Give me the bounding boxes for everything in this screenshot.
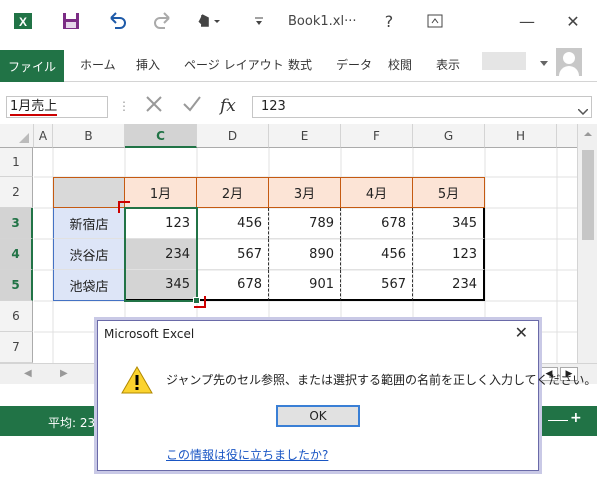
help-button[interactable]: ? bbox=[374, 8, 404, 34]
ribbon-display-options-icon[interactable] bbox=[420, 8, 450, 34]
account-dropdown-icon[interactable] bbox=[540, 56, 548, 70]
store-cell[interactable]: 池袋店 bbox=[53, 270, 125, 301]
zoom-slider[interactable] bbox=[548, 420, 568, 421]
month-header-cell[interactable]: 1月 bbox=[125, 177, 197, 208]
month-header-cell[interactable]: 3月 bbox=[269, 177, 341, 208]
redo-icon[interactable] bbox=[150, 8, 176, 34]
avatar[interactable] bbox=[556, 48, 582, 79]
customize-qat-icon[interactable] bbox=[246, 8, 272, 34]
name-box-value: 1月売上 bbox=[10, 99, 58, 116]
month-header-cell[interactable]: 5月 bbox=[413, 177, 485, 208]
column-header[interactable]: B bbox=[53, 124, 125, 148]
warning-icon bbox=[121, 365, 153, 394]
value-cell[interactable]: 345 bbox=[413, 208, 485, 239]
column-header[interactable]: H bbox=[485, 124, 557, 148]
value-cell[interactable]: 123 bbox=[413, 239, 485, 270]
value-cell[interactable]: 234 bbox=[413, 270, 485, 301]
tab-home[interactable]: ホーム bbox=[80, 56, 116, 73]
tab-file[interactable]: ファイル bbox=[0, 50, 64, 82]
row-header[interactable]: 6 bbox=[0, 301, 33, 332]
column-header[interactable]: D bbox=[197, 124, 269, 148]
store-cell[interactable]: 渋谷店 bbox=[53, 239, 125, 270]
ok-button[interactable]: OK bbox=[276, 405, 360, 427]
svg-text:X: X bbox=[19, 15, 27, 29]
excel-logo-icon: X bbox=[10, 8, 36, 34]
minimize-button[interactable]: — bbox=[512, 8, 542, 34]
expand-formula-icon[interactable] bbox=[577, 104, 589, 118]
save-icon[interactable] bbox=[58, 8, 84, 34]
tab-page-layout[interactable]: ページ レイアウト bbox=[184, 56, 284, 73]
value-cell[interactable]: 567 bbox=[197, 239, 269, 270]
row-header[interactable]: 4 bbox=[0, 239, 33, 270]
help-feedback-link[interactable]: この情報は役に立ちましたか? bbox=[166, 446, 328, 463]
status-average: 平均: 234 bbox=[48, 416, 103, 430]
dialog-message: ジャンプ先のセル参照、または選択する範囲の名前を正しく入力してください。 bbox=[166, 373, 597, 387]
month-header-cell[interactable]: 2月 bbox=[197, 177, 269, 208]
row-header[interactable]: 3 bbox=[0, 208, 33, 239]
name-box[interactable]: 1月売上 bbox=[6, 96, 108, 118]
column-header[interactable]: F bbox=[341, 124, 413, 148]
select-all-corner[interactable] bbox=[0, 124, 34, 148]
formula-input[interactable]: 123 bbox=[252, 96, 592, 118]
error-dialog: Microsoft Excel ✕ ジャンプ先のセル参照、または選択する範囲の名… bbox=[97, 320, 596, 471]
undo-icon[interactable] bbox=[104, 8, 130, 34]
tab-view[interactable]: 表示 bbox=[436, 56, 460, 73]
close-button[interactable]: ✕ bbox=[558, 8, 588, 34]
ribbon: ファイル ホーム 挿入 ページ レイアウト 数式 データ 校閲 表示 bbox=[0, 44, 597, 82]
value-cell[interactable]: 678 bbox=[197, 270, 269, 301]
column-header[interactable]: G bbox=[413, 124, 485, 148]
formula-bar: 1月売上 ⋮ fx 123 bbox=[0, 90, 597, 124]
value-cell[interactable]: 678 bbox=[341, 208, 413, 239]
store-cell[interactable]: 新宿店 bbox=[53, 208, 125, 239]
zoom-in-icon[interactable]: + bbox=[570, 410, 582, 426]
enter-icon[interactable] bbox=[182, 94, 202, 117]
value-cell[interactable]: 456 bbox=[341, 239, 413, 270]
file-title: Book1.xl··· bbox=[288, 14, 357, 29]
row-header[interactable]: 7 bbox=[0, 332, 33, 363]
dialog-close-button[interactable]: ✕ bbox=[515, 323, 528, 342]
column-header[interactable]: C bbox=[125, 124, 197, 148]
tab-review[interactable]: 校閲 bbox=[388, 56, 412, 73]
title-bar: X Book1.xl··· ? — ✕ bbox=[0, 0, 597, 44]
column-header-overflow bbox=[557, 124, 577, 148]
dialog-title: Microsoft Excel bbox=[104, 327, 195, 341]
header-corner-cell[interactable] bbox=[53, 177, 125, 208]
scroll-tabs-right-icon[interactable]: ▶ bbox=[60, 368, 68, 379]
selection-range-border bbox=[124, 207, 198, 302]
tab-data[interactable]: データ bbox=[336, 56, 372, 73]
formula-bar-grip-icon: ⋮ bbox=[118, 99, 130, 113]
tab-formulas[interactable]: 数式 bbox=[288, 56, 312, 73]
range-corner-mark-top-left bbox=[118, 201, 130, 213]
vertical-scrollbar[interactable] bbox=[577, 124, 597, 363]
account-name[interactable] bbox=[482, 52, 526, 70]
value-cell[interactable]: 901 bbox=[269, 270, 341, 301]
value-cell[interactable]: 567 bbox=[341, 270, 413, 301]
insert-function-icon[interactable]: fx bbox=[220, 96, 236, 116]
row-header[interactable]: 2 bbox=[0, 177, 33, 208]
row-header[interactable]: 5 bbox=[0, 270, 33, 301]
touch-mode-icon[interactable] bbox=[196, 8, 222, 34]
scroll-tabs-left-icon[interactable]: ◀ bbox=[24, 368, 32, 379]
range-corner-mark-bottom-right bbox=[194, 296, 206, 308]
vertical-scroll-thumb[interactable] bbox=[582, 150, 594, 240]
value-cell[interactable]: 456 bbox=[197, 208, 269, 239]
column-header[interactable]: A bbox=[34, 124, 53, 148]
value-cell[interactable]: 890 bbox=[269, 239, 341, 270]
value-cell[interactable]: 789 bbox=[269, 208, 341, 239]
row-header[interactable]: 1 bbox=[0, 148, 33, 177]
column-header[interactable]: E bbox=[269, 124, 341, 148]
cancel-icon[interactable] bbox=[144, 94, 164, 117]
tab-insert[interactable]: 挿入 bbox=[136, 56, 160, 73]
month-header-cell[interactable]: 4月 bbox=[341, 177, 413, 208]
